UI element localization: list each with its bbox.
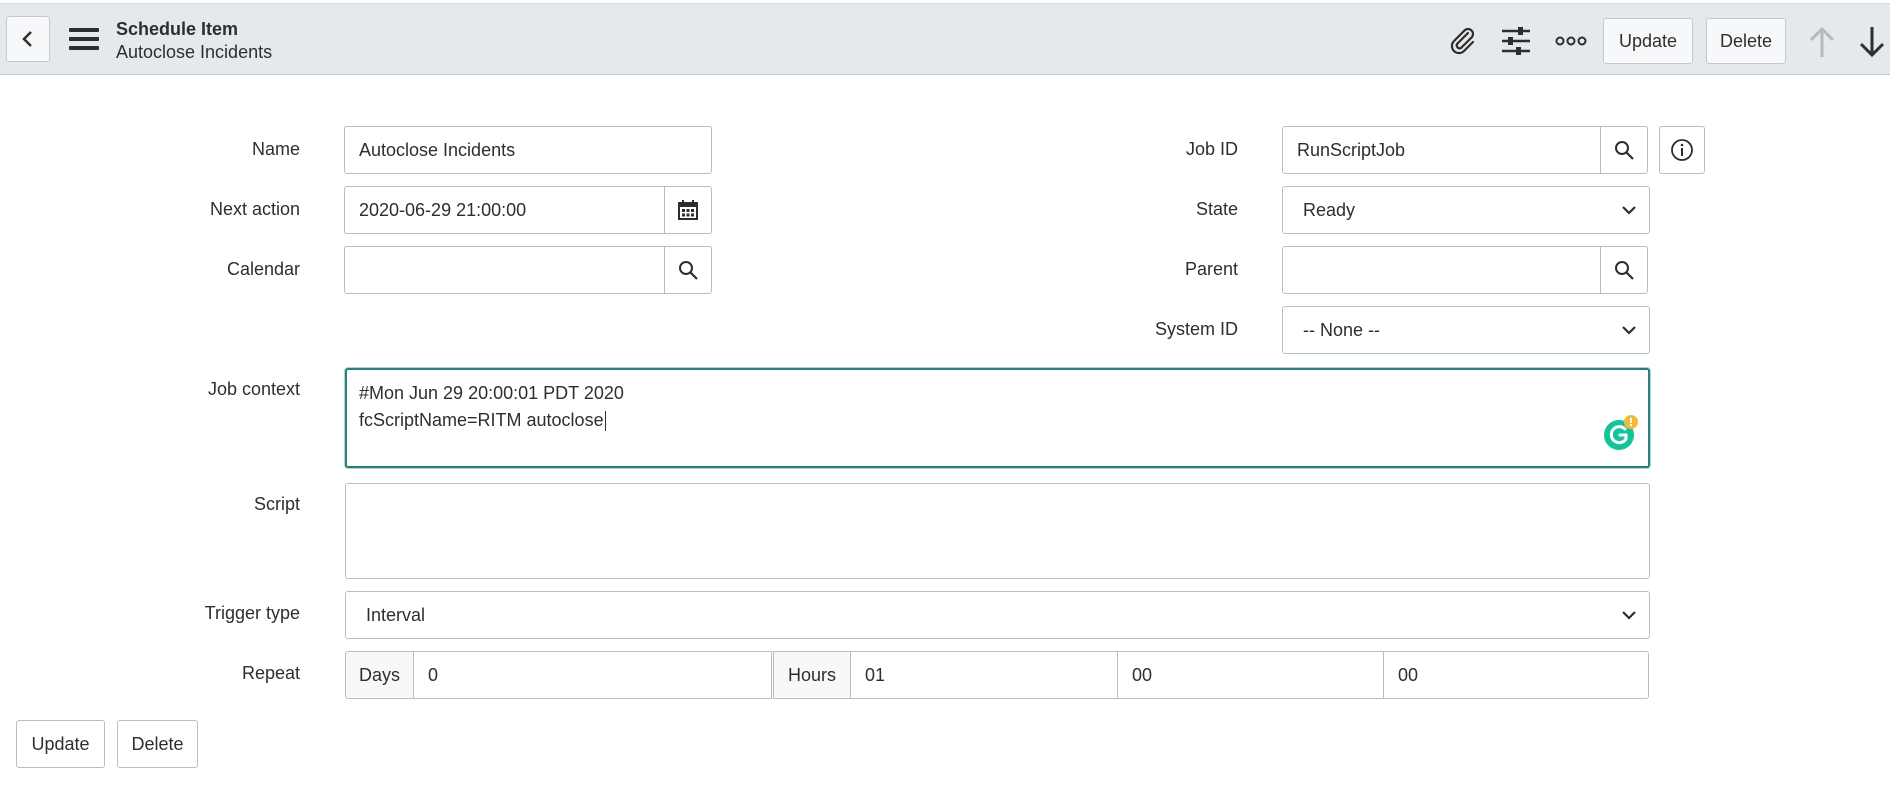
menu-button[interactable] (66, 24, 102, 54)
repeat-hours-label: Hours (773, 651, 851, 699)
parent-label: Parent (1184, 259, 1238, 279)
update-button[interactable]: Update (1603, 18, 1693, 64)
personalize-button[interactable] (1497, 22, 1535, 60)
search-icon (679, 261, 698, 280)
repeat-days-label: Days (345, 651, 414, 699)
repeat-minutes-field[interactable]: 00 (1117, 651, 1384, 699)
name-field[interactable]: Autoclose Incidents (344, 126, 712, 174)
delete-button[interactable]: Delete (1706, 18, 1786, 64)
job-context-line-2: fcScriptName=RITM autoclose (359, 410, 604, 430)
trigger-type-value: Interval (366, 604, 426, 625)
calendar-icon (678, 200, 698, 220)
footer-update-button[interactable]: Update (16, 720, 105, 768)
footer-delete-button[interactable]: Delete (117, 720, 198, 768)
job-id-lookup-button[interactable] (1600, 126, 1648, 174)
back-icon (22, 31, 32, 47)
next-record-button[interactable] (1854, 24, 1890, 60)
calendar-label: Calendar (226, 259, 300, 279)
more-icon (1555, 36, 1587, 46)
next-action-field[interactable]: 2020-06-29 21:00:00 (344, 186, 666, 234)
trigger-type-label: Trigger type (204, 603, 300, 623)
search-icon (1615, 141, 1634, 160)
next-action-label: Next action (209, 199, 300, 219)
repeat-seconds-field[interactable]: 00 (1383, 651, 1649, 699)
calendar-field[interactable] (344, 246, 666, 294)
more-options-button[interactable] (1552, 26, 1590, 56)
grammarly-button[interactable] (1603, 415, 1639, 451)
chevron-down-icon (1622, 611, 1636, 620)
text-cursor (604, 410, 606, 431)
job-id-field[interactable]: RunScriptJob (1282, 126, 1602, 174)
calendar-lookup-button[interactable] (664, 246, 712, 294)
state-select[interactable]: Ready (1282, 186, 1650, 234)
menu-icon (69, 28, 99, 50)
form-header: Schedule Item Autoclose Incidents Update… (0, 3, 1890, 75)
state-value: Ready (1303, 199, 1356, 220)
job-id-info-button[interactable] (1659, 126, 1705, 174)
form-title: Schedule Item (116, 19, 239, 39)
search-icon (1615, 261, 1634, 280)
attachment-icon (1450, 27, 1475, 55)
system-id-value: -- None -- (1303, 319, 1381, 340)
job-id-label: Job ID (1185, 139, 1238, 159)
job-context-line-1: #Mon Jun 29 20:00:01 PDT 2020 (359, 383, 624, 403)
script-label: Script (253, 494, 300, 514)
attachment-button[interactable] (1443, 22, 1481, 60)
job-context-label: Job context (207, 379, 300, 399)
repeat-days-field[interactable]: 0 (413, 651, 772, 699)
chevron-down-icon (1622, 326, 1636, 335)
grammarly-icon (1604, 415, 1638, 450)
back-button[interactable] (6, 16, 50, 62)
parent-lookup-button[interactable] (1600, 246, 1648, 294)
chevron-down-icon (1622, 206, 1636, 215)
system-id-label: System ID (1154, 319, 1238, 339)
name-label: Name (251, 139, 300, 159)
trigger-type-select[interactable]: Interval (345, 591, 1650, 639)
next-action-calendar-button[interactable] (664, 186, 712, 234)
arrow-down-icon (1859, 27, 1885, 58)
repeat-hours-field[interactable]: 01 (850, 651, 1118, 699)
form-subtitle: Autoclose Incidents (116, 42, 273, 62)
previous-record-button[interactable] (1804, 24, 1840, 60)
parent-field[interactable] (1282, 246, 1602, 294)
settings-icon (1502, 27, 1530, 55)
script-textarea[interactable] (345, 483, 1650, 579)
state-label: State (1195, 199, 1238, 219)
job-context-textarea[interactable]: #Mon Jun 29 20:00:01 PDT 2020 fcScriptNa… (345, 368, 1650, 468)
system-id-select[interactable]: -- None -- (1282, 306, 1650, 354)
arrow-up-icon (1809, 26, 1835, 57)
info-icon (1671, 139, 1693, 161)
repeat-label: Repeat (241, 663, 300, 683)
